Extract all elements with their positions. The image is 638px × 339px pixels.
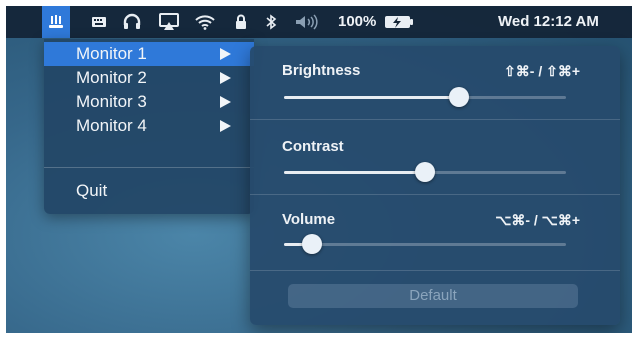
menu-item-monitor-4[interactable]: Monitor 4 <box>44 114 254 138</box>
submenu-arrow-icon <box>220 96 231 108</box>
menu-item-monitor-3[interactable]: Monitor 3 <box>44 90 254 114</box>
keyboard-icon[interactable] <box>88 6 110 38</box>
contrast-label: Contrast <box>282 138 344 155</box>
panel-separator <box>250 194 620 195</box>
contrast-slider-fill <box>284 171 425 174</box>
brightness-shortcut: ⇧⌘- / ⇧⌘+ <box>504 63 580 79</box>
menu-item-monitor-1[interactable]: Monitor 1 <box>44 42 254 66</box>
screenshot-frame: 100% Wed 12:12 AM Monitor 1 Monitor 2 Mo… <box>0 0 638 339</box>
volume-slider[interactable] <box>284 234 566 254</box>
default-button[interactable]: Default <box>288 284 578 308</box>
battery-icon[interactable] <box>382 6 416 38</box>
volume-shortcut: ⌥⌘- / ⌥⌘+ <box>495 212 580 228</box>
airplay-icon[interactable] <box>156 6 182 38</box>
contrast-slider-knob[interactable] <box>415 162 435 182</box>
panel-separator <box>250 119 620 120</box>
volume-slider-knob[interactable] <box>302 234 322 254</box>
brightness-slider-fill <box>284 96 459 99</box>
bluetooth-icon[interactable] <box>260 6 282 38</box>
desktop: 100% Wed 12:12 AM Monitor 1 Monitor 2 Mo… <box>6 6 632 333</box>
brightness-slider-knob[interactable] <box>449 87 469 107</box>
menu-item-label: Monitor 2 <box>76 68 147 87</box>
brightness-label: Brightness <box>282 62 361 79</box>
lock-icon[interactable] <box>232 6 250 38</box>
menu-item-monitor-2[interactable]: Monitor 2 <box>44 66 254 90</box>
wifi-icon[interactable] <box>192 6 218 38</box>
contrast-slider[interactable] <box>284 162 566 182</box>
brightness-slider[interactable] <box>284 87 566 107</box>
headphones-icon[interactable] <box>120 6 144 38</box>
submenu-arrow-icon <box>220 120 231 132</box>
monitor-menu: Monitor 1 Monitor 2 Monitor 3 Monitor 4 … <box>44 39 254 214</box>
menu-bar: 100% Wed 12:12 AM <box>6 6 632 38</box>
display-menu-icon[interactable] <box>42 6 70 38</box>
menu-separator <box>44 167 254 168</box>
menu-item-label: Monitor 3 <box>76 92 147 111</box>
panel-separator <box>250 270 620 271</box>
volume-icon[interactable] <box>290 6 326 38</box>
quit-menu-item[interactable]: Quit <box>44 179 254 203</box>
menu-item-label: Monitor 1 <box>76 44 147 63</box>
volume-label: Volume <box>282 211 336 228</box>
clock[interactable]: Wed 12:12 AM <box>498 6 599 38</box>
submenu-arrow-icon <box>220 48 231 60</box>
submenu-arrow-icon <box>220 72 231 84</box>
menu-item-label: Monitor 4 <box>76 116 147 135</box>
display-controls-panel: Brightness ⇧⌘- / ⇧⌘+ Contrast Volume ⌥⌘-… <box>250 46 620 325</box>
quit-label: Quit <box>76 181 108 200</box>
battery-percent[interactable]: 100% <box>338 6 376 38</box>
